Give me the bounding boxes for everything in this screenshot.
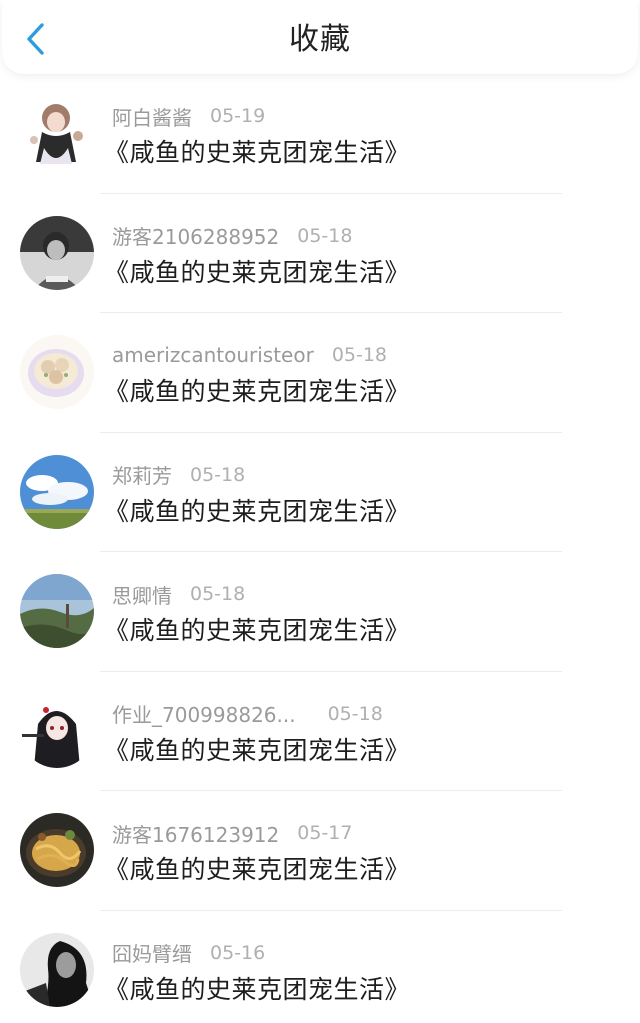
item-meta: amerizcantouristeor 05-18 <box>112 341 387 369</box>
date-label: 05-19 <box>210 105 266 127</box>
list-item[interactable]: amerizcantouristeor 05-18 《咸鱼的史莱克团宠生活》 <box>0 313 640 433</box>
date-label: 05-18 <box>327 702 383 725</box>
book-title[interactable]: 《咸鱼的史莱克团宠生活》 <box>104 495 410 529</box>
list-item[interactable]: 囧妈臂缙 05-16 《咸鱼的史莱克团宠生活》 <box>0 911 640 1023</box>
book-title[interactable]: 《咸鱼的史莱克团宠生活》 <box>104 614 410 648</box>
date-label: 05-16 <box>210 941 266 964</box>
user-name[interactable]: 游客2106288952 <box>112 221 279 250</box>
list-item[interactable]: 游客2106288952 05-18 《咸鱼的史莱克团宠生活》 <box>0 194 640 313</box>
book-title[interactable]: 《咸鱼的史莱克团宠生活》 <box>104 375 410 409</box>
noodles-avatar[interactable] <box>20 813 94 887</box>
list-item[interactable]: 阿白酱酱 05-19 《咸鱼的史莱克团宠生活》 <box>0 74 640 194</box>
page-title: 收藏 <box>289 22 351 57</box>
item-meta: 囧妈臂缙 05-16 <box>112 939 265 967</box>
book-title[interactable]: 《咸鱼的史莱克团宠生活》 <box>104 734 410 768</box>
user-name[interactable]: 阿白酱酱 <box>112 102 192 131</box>
list-item[interactable]: 郑莉芳 05-18 《咸鱼的史莱克团宠生活》 <box>0 433 640 552</box>
user-name[interactable]: 思卿情 <box>112 580 172 609</box>
sky-clouds-avatar[interactable] <box>20 454 94 529</box>
date-label: 05-18 <box>190 463 246 486</box>
item-meta: 阿白酱酱 05-19 <box>112 102 265 130</box>
item-meta: 游客1676123912 05-17 <box>112 819 352 847</box>
book-title[interactable]: 《咸鱼的史莱克团宠生活》 <box>104 973 410 1007</box>
food-bowl-avatar[interactable] <box>20 335 94 409</box>
favorites-screen: 收藏 阿白酱酱 05-19 《咸鱼的史莱克团宠生活》 游客2106288952 … <box>0 0 640 1023</box>
user-name[interactable]: 游客1676123912 <box>112 819 279 848</box>
anime-girl-avatar[interactable] <box>20 96 94 170</box>
landscape-avatar[interactable] <box>20 574 94 648</box>
bw-man-avatar[interactable] <box>20 932 94 1007</box>
user-name[interactable]: 作业_700998826... <box>112 699 296 728</box>
date-label: 05-18 <box>297 224 353 247</box>
favorites-list: 阿白酱酱 05-19 《咸鱼的史莱克团宠生活》 游客2106288952 05-… <box>0 74 640 1023</box>
user-name[interactable]: amerizcantouristeor <box>112 343 314 367</box>
list-item[interactable]: 游客1676123912 05-17 《咸鱼的史莱克团宠生活》 <box>0 791 640 911</box>
book-title[interactable]: 《咸鱼的史莱克团宠生活》 <box>104 136 410 170</box>
book-title[interactable]: 《咸鱼的史莱克团宠生活》 <box>104 853 410 887</box>
date-label: 05-18 <box>331 344 388 366</box>
book-title[interactable]: 《咸鱼的史莱克团宠生活》 <box>104 256 410 290</box>
anime-dark-girl-avatar[interactable] <box>20 693 94 768</box>
monochrome-person-avatar[interactable] <box>20 215 94 290</box>
list-item[interactable]: 作业_700998826... 05-18 《咸鱼的史莱克团宠生活》 <box>0 672 640 791</box>
item-meta: 思卿情 05-18 <box>112 580 245 608</box>
item-meta: 游客2106288952 05-18 <box>112 222 352 250</box>
top-bar: 收藏 <box>2 0 638 74</box>
item-meta: 作业_700998826... 05-18 <box>112 700 383 728</box>
date-label: 05-18 <box>190 583 246 605</box>
user-name[interactable]: 囧妈臂缙 <box>112 938 192 967</box>
item-meta: 郑莉芳 05-18 <box>112 461 245 489</box>
user-name[interactable]: 郑莉芳 <box>112 460 172 489</box>
list-item[interactable]: 思卿情 05-18 《咸鱼的史莱克团宠生活》 <box>0 552 640 672</box>
date-label: 05-17 <box>297 822 353 844</box>
